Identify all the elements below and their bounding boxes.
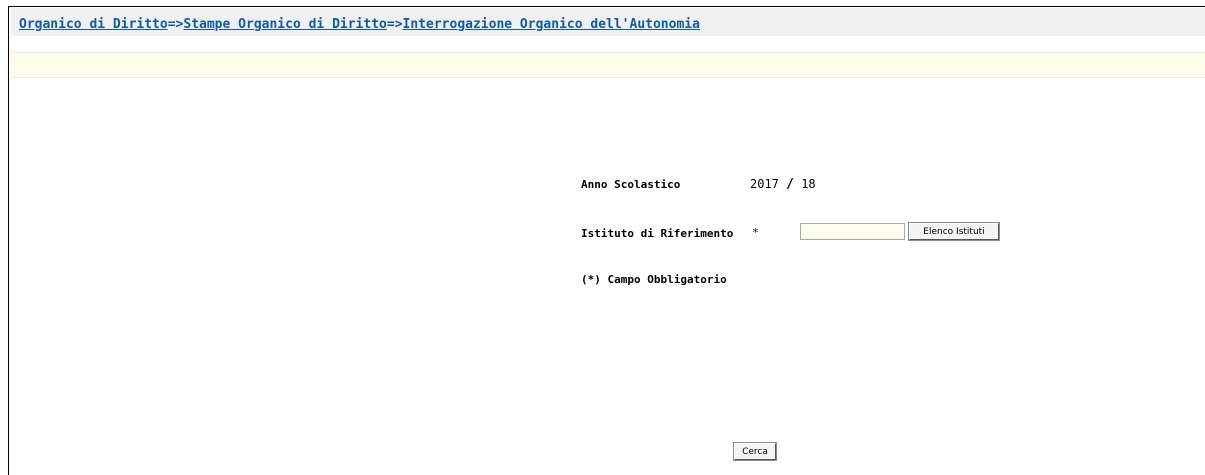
anno-scolastico-value: 2017 / 18 bbox=[750, 177, 816, 192]
breadcrumb-separator: => bbox=[386, 17, 403, 32]
breadcrumb-separator: => bbox=[167, 17, 184, 32]
anno-scolastico-label: Anno Scolastico bbox=[581, 178, 681, 191]
breadcrumb-link-organico-diritto[interactable]: Organico di Diritto bbox=[19, 17, 168, 32]
istituto-label: Istituto di Riferimento bbox=[581, 227, 734, 240]
required-marker: * bbox=[752, 226, 759, 239]
breadcrumb: Organico di Diritto=>Stampe Organico di … bbox=[11, 8, 1205, 36]
anno-end: 18 bbox=[801, 177, 816, 191]
message-bar bbox=[11, 52, 1205, 78]
breadcrumb-link-stampe[interactable]: Stampe Organico di Diritto bbox=[183, 17, 387, 32]
istituto-input[interactable] bbox=[800, 223, 905, 240]
anno-start: 2017 bbox=[750, 177, 779, 191]
anno-separator: / bbox=[786, 177, 794, 192]
elenco-istituti-button[interactable]: Elenco Istituti bbox=[909, 223, 999, 240]
required-note: (*) Campo Obbligatorio bbox=[581, 273, 727, 286]
cerca-button[interactable]: Cerca bbox=[734, 443, 776, 460]
breadcrumb-link-interrogazione[interactable]: Interrogazione Organico dell'Autonomia bbox=[403, 17, 700, 32]
